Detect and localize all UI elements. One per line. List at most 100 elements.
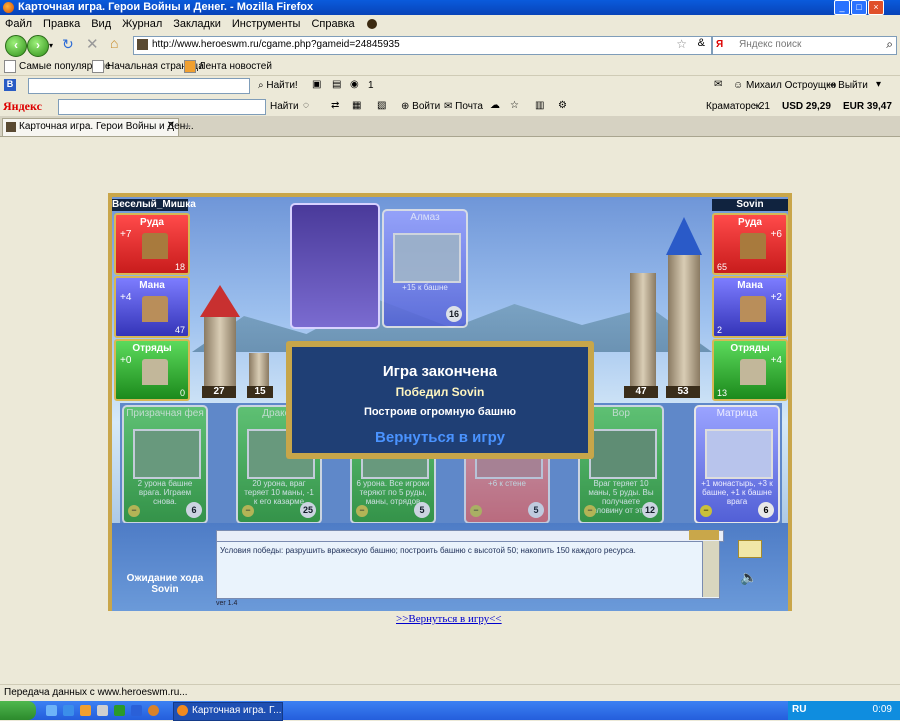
game-over-dialog: Игра закончена Победил Sovin Построив ог… xyxy=(286,341,594,459)
player-right-troops: Отряды +4 13 xyxy=(712,339,788,401)
resource-quantity: 65 xyxy=(717,262,728,272)
weather-icon[interactable]: ☁ xyxy=(490,100,500,111)
yandex-icon-2[interactable]: ▦ xyxy=(352,100,361,111)
menu-tools[interactable]: Инструменты xyxy=(232,18,301,30)
log-text: Условия победы: разрушить вражескую башн… xyxy=(220,546,636,555)
start-button[interactable] xyxy=(0,701,36,720)
card-discard-icon[interactable]: − xyxy=(356,505,368,517)
player-left-name: Веселый_Мишка xyxy=(112,199,196,211)
language-indicator[interactable]: RU xyxy=(792,704,806,715)
log-vertical-scrollbar[interactable] xyxy=(702,541,719,597)
waiting-turn-text: Ожидание хода Sovin xyxy=(126,573,204,595)
menu-help[interactable]: Справка xyxy=(311,18,354,30)
log-scroll-arrow[interactable] xyxy=(689,530,719,540)
menu-bar: Файл Правка Вид Журнал Закладки Инструме… xyxy=(0,15,900,32)
notification-icon[interactable]: ◉ xyxy=(350,79,359,90)
window-title: Карточная игра. Герои Войны и Денег. - M… xyxy=(18,1,314,13)
game-over-title: Игра закончена xyxy=(382,363,498,380)
quicklaunch-app3-icon[interactable] xyxy=(131,705,142,716)
gear-icon[interactable]: ⚙ xyxy=(558,100,567,111)
stop-icon[interactable]: ✕ xyxy=(86,35,99,53)
resource-label: Мана xyxy=(139,280,165,291)
favorites-icon[interactable]: ☆ xyxy=(510,100,519,111)
addon-search-input[interactable] xyxy=(28,78,250,94)
close-button[interactable]: × xyxy=(868,0,884,15)
user-name[interactable]: ☺ Михаил Остроущко xyxy=(733,80,836,91)
maximize-button[interactable]: □ xyxy=(851,0,867,15)
menu-file[interactable]: Файл xyxy=(5,18,32,30)
resource-production: +7 xyxy=(120,229,132,240)
logout-button[interactable]: ⇥ Выйти xyxy=(827,80,868,91)
card-discard-icon[interactable]: − xyxy=(584,505,596,517)
player-right-wall xyxy=(630,273,656,387)
apps-icon[interactable]: ▥ xyxy=(535,100,544,111)
quicklaunch-desktop-icon[interactable] xyxy=(46,705,57,716)
new-tab-button[interactable]: + xyxy=(184,119,191,133)
card-discard-icon[interactable]: − xyxy=(128,505,140,517)
return-to-game-button[interactable]: Вернуться в игру xyxy=(292,429,588,446)
message-icon[interactable]: ✉ xyxy=(714,79,722,90)
yandex-engine-icon[interactable]: Я xyxy=(716,39,723,50)
card-discard-icon[interactable]: − xyxy=(242,505,254,517)
minimize-button[interactable]: _ xyxy=(834,0,850,15)
quicklaunch-ie-icon[interactable] xyxy=(63,705,74,716)
tab-card-game[interactable]: Карточная игра. Герои Войны и Ден... ✕ xyxy=(2,118,194,136)
star-icon[interactable]: ☆ xyxy=(676,37,687,51)
clock: 0:09 xyxy=(872,704,892,715)
mail-button[interactable]: ✉ Почта xyxy=(444,101,483,112)
login-button[interactable]: ⊕ Войти xyxy=(401,101,440,112)
address-bar[interactable]: http://www.heroeswm.ru/cgame.php?gameid=… xyxy=(133,36,712,55)
right-tower-roof xyxy=(666,217,702,255)
monastery-building-icon xyxy=(740,296,766,322)
yandex-icon-3[interactable]: ▧ xyxy=(377,100,386,111)
card-discard-icon[interactable]: − xyxy=(700,505,712,517)
toolbar-icon-1[interactable]: ▣ xyxy=(312,79,321,90)
eur-rate: EUR 39,47 xyxy=(843,101,892,112)
bookmarks-toolbar: Самые популярные Начальная страница Лент… xyxy=(0,58,900,76)
history-dropdown-icon[interactable]: ▾ xyxy=(49,41,53,50)
notification-count: 1 xyxy=(368,80,374,91)
hand-card[interactable]: Призрачная фея 2 урона башне врага. Игра… xyxy=(122,405,208,524)
menu-history[interactable]: Журнал xyxy=(122,18,162,30)
reload-icon[interactable]: ↻ xyxy=(62,36,74,53)
chat-toggle-button[interactable] xyxy=(738,540,762,558)
toolbar-icon-2[interactable]: ▤ xyxy=(332,79,341,90)
tab-close-icon[interactable]: ✕ xyxy=(167,120,175,131)
quicklaunch-firefox-icon[interactable] xyxy=(148,705,159,716)
find-button[interactable]: ⌕ Найти! xyxy=(258,80,298,91)
bookmark-news-feed[interactable]: Лента новостей xyxy=(184,60,272,73)
chat-icon[interactable]: ◌ xyxy=(303,100,309,111)
search-icon[interactable]: ⌕ xyxy=(886,37,893,52)
menu-view[interactable]: Вид xyxy=(91,18,111,30)
search-placeholder: Яндекс поиск xyxy=(739,39,802,50)
translate-icon[interactable]: ⇄ xyxy=(331,100,339,111)
resource-quantity: 13 xyxy=(717,388,728,398)
barracks-building-icon xyxy=(142,359,168,385)
menu-bookmarks[interactable]: Закладки xyxy=(173,18,221,30)
search-box[interactable]: Я Яндекс поиск ⌕ xyxy=(712,36,897,55)
bookmark-and-icon[interactable]: & xyxy=(698,37,705,49)
yandex-search-input[interactable] xyxy=(58,99,266,115)
yandex-find-button[interactable]: Найти xyxy=(270,101,299,112)
status-bar: Передача данных с www.heroeswm.ru... xyxy=(0,684,900,701)
yandex-logo[interactable]: Яндекс xyxy=(3,99,42,114)
card-cost: 16 xyxy=(446,306,462,322)
toolbar-menu-icon[interactable]: ▾ xyxy=(876,79,881,90)
menu-edit[interactable]: Правка xyxy=(43,18,80,30)
card-discard-icon[interactable]: − xyxy=(470,505,482,517)
home-icon[interactable]: ⌂ xyxy=(110,35,118,51)
sound-icon[interactable]: 🔈 xyxy=(740,569,757,586)
quicklaunch-app2-icon[interactable] xyxy=(114,705,125,716)
taskbar-firefox-item[interactable]: Карточная игра. Г... xyxy=(173,702,283,721)
back-to-game-link[interactable]: >>Вернуться в игру<< xyxy=(396,613,502,625)
resource-production: +0 xyxy=(120,355,132,366)
quicklaunch-app-icon[interactable] xyxy=(97,705,108,716)
resource-label: Отряды xyxy=(730,343,770,354)
hand-card[interactable]: Матрица +1 монастырь, +3 к башне, +1 к б… xyxy=(694,405,780,524)
card-deck[interactable] xyxy=(290,203,380,329)
vk-icon[interactable]: B xyxy=(4,79,16,91)
quicklaunch-explorer-icon[interactable] xyxy=(80,705,91,716)
fairy-card-image xyxy=(133,429,201,479)
forward-button[interactable]: › xyxy=(27,35,49,57)
back-button[interactable]: ‹ xyxy=(5,35,27,57)
